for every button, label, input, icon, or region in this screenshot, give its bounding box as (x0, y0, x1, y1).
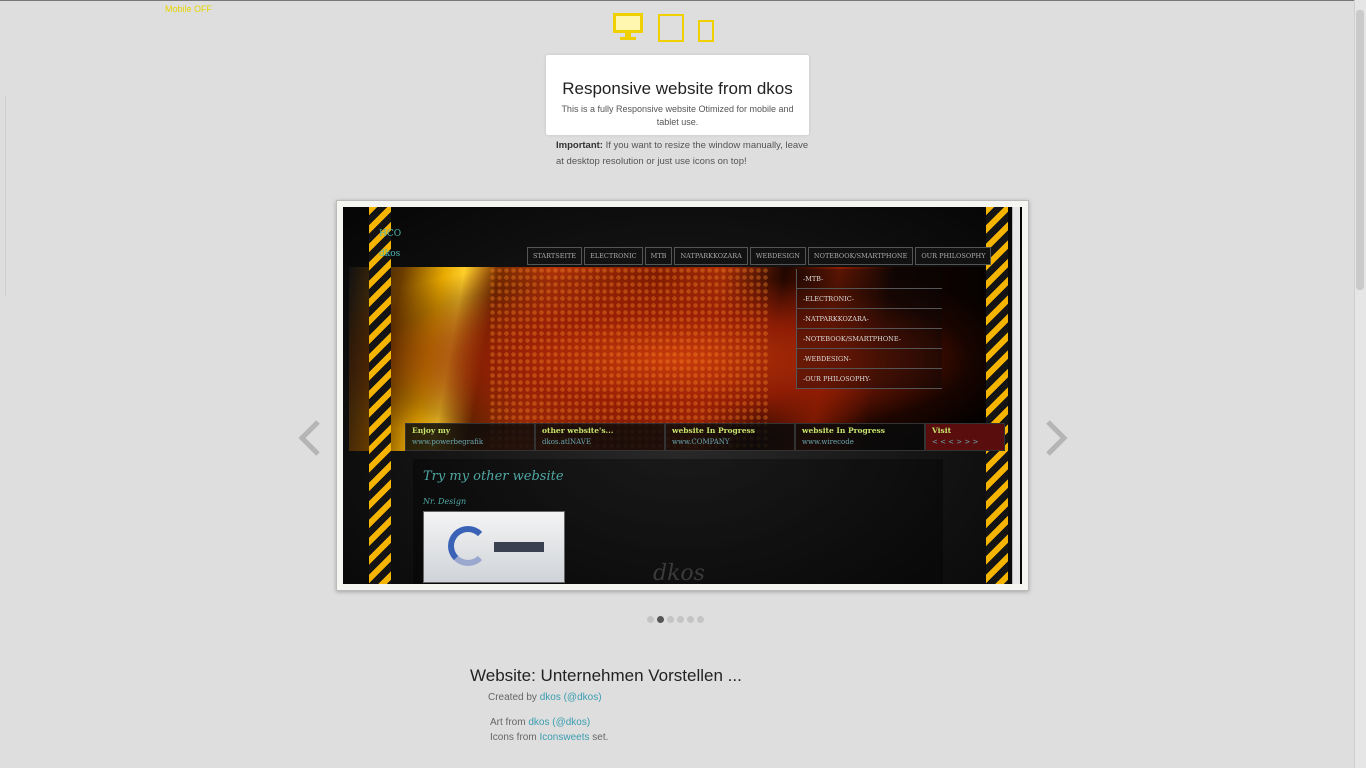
link-title: Visit (932, 426, 952, 435)
pagination-dot[interactable] (687, 616, 694, 623)
page-scrollbar[interactable] (1354, 0, 1366, 768)
nav-item[interactable]: OUR PHILOSOPHY (915, 247, 992, 265)
credit-art: Art from dkos (@dkos) (490, 717, 910, 728)
hazard-stripe-left (369, 207, 391, 584)
thumbnail-bar (494, 542, 544, 552)
important-note: Important: If you want to resize the win… (556, 138, 816, 170)
nav-item[interactable]: NOTEBOOK/SMARTPHONE (807, 247, 914, 265)
footer-title: Website: Unternehmen Vorstellen ... (470, 666, 742, 685)
link-url[interactable]: www.COMPANY (672, 438, 788, 446)
link-title: other website's... (542, 426, 614, 435)
slide-screenshot[interactable]: HCO dkos STARTSEITE ELECTRONIC MTB NATPA… (343, 207, 1022, 584)
links-bar: Enjoy my www.powerbegrafik other website… (405, 423, 1005, 451)
important-label: Important: (556, 140, 603, 151)
credit-icons-prefix: Icons from (490, 732, 540, 743)
link-title: Enjoy my (412, 426, 451, 435)
credit-art-prefix: Art from (490, 717, 529, 728)
link-box[interactable]: other website's... dkos.atlNAVE (535, 423, 665, 451)
signature: dkos (653, 561, 705, 584)
submenu-item[interactable]: -OUR PHILOSOPHY- (796, 369, 942, 389)
pagination-dot[interactable] (667, 616, 674, 623)
device-switcher (612, 12, 714, 42)
chevron-left-icon[interactable] (294, 418, 326, 458)
credit-icons: Icons from Iconsweets set. (490, 732, 910, 743)
dropdown-submenu: -MTB- -ELECTRONIC- -NATPARKKOZARA- -NOTE… (796, 269, 942, 389)
pagination-dot[interactable] (697, 616, 704, 623)
submenu-item[interactable]: -NATPARKKOZARA- (796, 309, 942, 329)
nav-item[interactable]: NATPARKKOZARA (674, 247, 748, 265)
link-box[interactable]: Enjoy my www.powerbegrafik (405, 423, 535, 451)
tablet-icon[interactable] (658, 14, 684, 42)
link-url[interactable]: www.powerbegrafik (412, 438, 528, 446)
site-logo: HCO (379, 229, 402, 239)
scrollbar-thumb[interactable] (1356, 10, 1364, 290)
mobile-status-label: Mobile OFF (165, 4, 213, 14)
credit-art-link[interactable]: dkos (@dkos) (528, 717, 590, 728)
credit-created-link[interactable]: dkos (@dkos) (540, 692, 602, 703)
submenu-item[interactable]: -WEBDESIGN- (796, 349, 942, 369)
link-box[interactable]: Visit < < < > > > (925, 423, 1005, 451)
slide-heading: Try my other website (423, 469, 564, 484)
link-box[interactable]: website In Progress www.wirecode (795, 423, 925, 451)
credit-created-prefix: Created by (488, 692, 540, 703)
submenu-item[interactable]: -NOTEBOOK/SMARTPHONE- (796, 329, 942, 349)
intro-card: Responsive website from dkos This is a f… (546, 55, 809, 135)
nav-item[interactable]: WEBDESIGN (749, 247, 806, 265)
link-title: website In Progress (802, 426, 885, 435)
slide-frame: HCO dkos STARTSEITE ELECTRONIC MTB NATPA… (336, 200, 1029, 591)
intro-title: Responsive website from dkos (562, 79, 793, 98)
credit-icons-link[interactable]: Iconsweets (539, 732, 589, 743)
desktop-icon[interactable] (612, 12, 644, 42)
link-box[interactable]: website In Progress www.COMPANY (665, 423, 795, 451)
credit-icons-suffix: set. (589, 732, 609, 743)
thumbnail-logo (448, 526, 488, 566)
intro-description: This is a fully Responsive website Otimi… (561, 104, 794, 127)
link-url[interactable]: < < < > > > (932, 438, 998, 446)
pagination-dot[interactable] (647, 616, 654, 623)
submenu-item[interactable]: -ELECTRONIC- (796, 289, 942, 309)
link-url[interactable]: www.wirecode (802, 438, 918, 446)
footer: Website: Unternehmen Vorstellen ... Crea… (470, 666, 910, 743)
link-title: website In Progress (672, 426, 755, 435)
top-border (0, 0, 1366, 1)
nav-item[interactable]: MTB (644, 247, 673, 265)
nav-item[interactable]: STARTSEITE (527, 247, 583, 265)
credit-created: Created by dkos (@dkos) (488, 692, 910, 703)
left-edge (0, 96, 6, 296)
pagination-dot[interactable] (677, 616, 684, 623)
nav-item[interactable]: ELECTRONIC (584, 247, 643, 265)
pagination-dot-active[interactable] (657, 616, 664, 623)
phone-icon[interactable] (698, 20, 714, 42)
submenu-item[interactable]: -MTB- (796, 269, 942, 289)
inner-scrollbar[interactable] (1012, 207, 1020, 584)
chevron-right-icon[interactable] (1040, 418, 1072, 458)
slide-subheading: Nr. Design (423, 497, 467, 506)
slider-pagination (647, 616, 704, 623)
site-logo-sub: dkos (379, 249, 401, 259)
site-nav: STARTSEITE ELECTRONIC MTB NATPARKKOZARA … (527, 247, 992, 265)
website-thumbnail[interactable] (423, 511, 565, 583)
link-url[interactable]: dkos.atlNAVE (542, 438, 658, 446)
